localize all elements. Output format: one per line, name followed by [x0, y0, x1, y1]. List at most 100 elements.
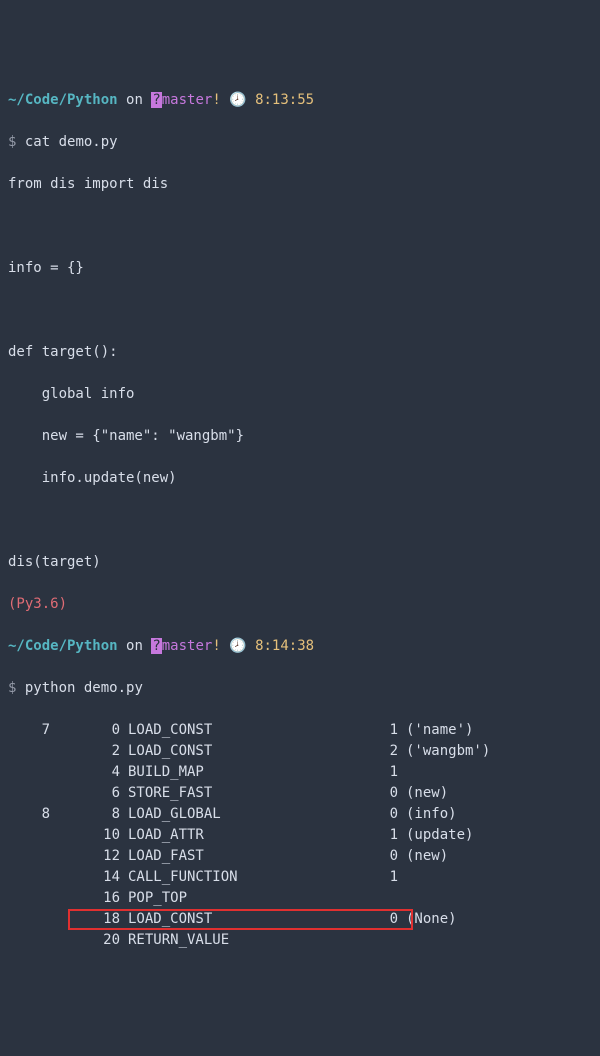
dis-argval: (None): [404, 909, 592, 930]
dis-offset: 14: [60, 867, 126, 888]
dis-src-line: [8, 930, 60, 951]
dis-opname: LOAD_CONST: [126, 909, 326, 930]
dis-offset: 12: [60, 846, 126, 867]
src-10: dis(target): [8, 552, 592, 573]
dis-opname: POP_TOP: [126, 888, 326, 909]
dis-offset: 16: [60, 888, 126, 909]
dis-arg: 0: [326, 804, 404, 825]
dis-row: 18LOAD_CONST0(None): [8, 909, 592, 930]
cwd: ~/Code/Python: [8, 92, 118, 108]
dis-offset: 4: [60, 762, 126, 783]
dis-src-line: [8, 909, 60, 930]
clock-icon: 🕗: [229, 92, 246, 108]
src-9: [8, 510, 592, 531]
git-branch: master: [162, 92, 213, 108]
dis-row: 10LOAD_ATTR1(update): [8, 825, 592, 846]
dis-src-line: 8: [8, 804, 60, 825]
dis-opname: RETURN_VALUE: [126, 930, 326, 951]
dis-row: 88LOAD_GLOBAL0(info): [8, 804, 592, 825]
dis-row: 20RETURN_VALUE: [8, 930, 592, 951]
dis-src-line: [8, 846, 60, 867]
dis-argval: ('name'): [404, 720, 592, 741]
cmd-text: python demo.py: [25, 680, 143, 696]
dis-arg: 0: [326, 783, 404, 804]
cwd: ~/Code/Python: [8, 638, 118, 654]
time-2: 8:14:38: [255, 638, 314, 654]
dis-output: 70LOAD_CONST1('name')2LOAD_CONST2('wangb…: [8, 720, 592, 951]
src-2: [8, 216, 592, 237]
src-7: new = {"name": "wangbm"}: [8, 426, 592, 447]
prompt-2: ~/Code/Python on ?master! 🕗 8:14:38: [8, 636, 592, 657]
dis-opname: STORE_FAST: [126, 783, 326, 804]
src-1: from dis import dis: [8, 174, 592, 195]
dis-argval: ('wangbm'): [404, 741, 592, 762]
on-word: on: [126, 638, 143, 654]
dis-src-line: [8, 888, 60, 909]
on-word: on: [126, 92, 143, 108]
dis-arg: 1: [326, 720, 404, 741]
dis-argval: [404, 762, 592, 783]
dis-row: 16POP_TOP: [8, 888, 592, 909]
dis-row: 4BUILD_MAP1: [8, 762, 592, 783]
prompt-1: ~/Code/Python on ?master! 🕗 8:13:55: [8, 90, 592, 111]
dis-opname: LOAD_FAST: [126, 846, 326, 867]
dis-offset: 20: [60, 930, 126, 951]
git-dirty: !: [212, 638, 220, 654]
dis-opname: CALL_FUNCTION: [126, 867, 326, 888]
cmd-text: cat demo.py: [25, 134, 118, 150]
dis-row: 6STORE_FAST0(new): [8, 783, 592, 804]
pyver: (Py3.6): [8, 594, 592, 615]
git-branch: master: [162, 638, 213, 654]
src-6: global info: [8, 384, 592, 405]
src-3: info = {}: [8, 258, 592, 279]
src-8: info.update(new): [8, 468, 592, 489]
src-4: [8, 300, 592, 321]
dis-argval: (info): [404, 804, 592, 825]
dis-argval: [404, 867, 592, 888]
dis-opname: LOAD_CONST: [126, 741, 326, 762]
dis-src-line: [8, 762, 60, 783]
dis-arg: 1: [326, 762, 404, 783]
dis-offset: 2: [60, 741, 126, 762]
dis-row: 14CALL_FUNCTION1: [8, 867, 592, 888]
dis-arg: 2: [326, 741, 404, 762]
dis-arg: 1: [326, 867, 404, 888]
dis-arg: [326, 888, 404, 909]
dis-row: 2LOAD_CONST2('wangbm'): [8, 741, 592, 762]
dis-argval: (new): [404, 783, 592, 804]
dis-opname: LOAD_CONST: [126, 720, 326, 741]
dis-row: 70LOAD_CONST1('name'): [8, 720, 592, 741]
dis-src-line: [8, 867, 60, 888]
dis-argval: (update): [404, 825, 592, 846]
src-5: def target():: [8, 342, 592, 363]
dis-src-line: [8, 783, 60, 804]
ps1: $: [8, 134, 16, 150]
dis-opname: LOAD_ATTR: [126, 825, 326, 846]
clock-icon: 🕗: [229, 638, 246, 654]
dis-offset: 10: [60, 825, 126, 846]
git-qmark: ?: [151, 638, 161, 654]
dis-argval: (new): [404, 846, 592, 867]
time-1: 8:13:55: [255, 92, 314, 108]
ps1: $: [8, 680, 16, 696]
dis-row: 12LOAD_FAST0(new): [8, 846, 592, 867]
git-qmark: ?: [151, 92, 161, 108]
dis-opname: LOAD_GLOBAL: [126, 804, 326, 825]
cmd-2[interactable]: $ python demo.py: [8, 678, 592, 699]
dis-offset: 18: [60, 909, 126, 930]
cmd-1[interactable]: $ cat demo.py: [8, 132, 592, 153]
dis-arg: 1: [326, 825, 404, 846]
dis-src-line: 7: [8, 720, 60, 741]
dis-arg: 0: [326, 909, 404, 930]
dis-arg: 0: [326, 846, 404, 867]
dis-src-line: [8, 825, 60, 846]
dis-src-line: [8, 741, 60, 762]
dis-argval: [404, 930, 592, 951]
dis-offset: 8: [60, 804, 126, 825]
dis-opname: BUILD_MAP: [126, 762, 326, 783]
dis-offset: 0: [60, 720, 126, 741]
git-dirty: !: [212, 92, 220, 108]
dis-offset: 6: [60, 783, 126, 804]
dis-argval: [404, 888, 592, 909]
dis-arg: [326, 930, 404, 951]
